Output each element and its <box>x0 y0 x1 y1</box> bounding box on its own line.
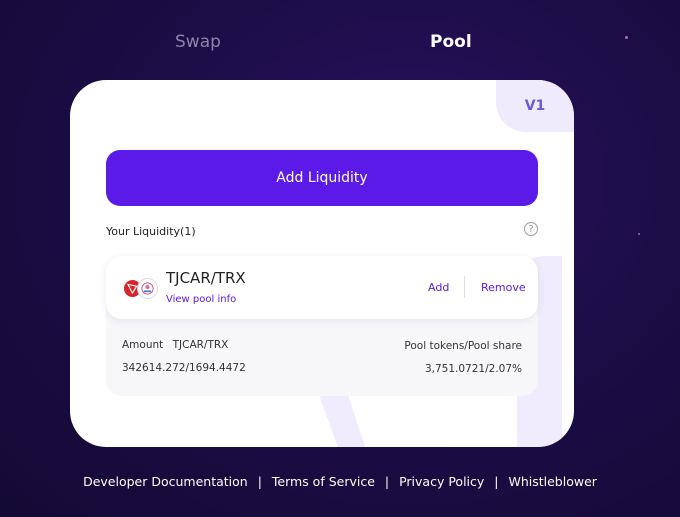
pool-card: V1 Add Liquidity Your Liquidity(1) ? TJC… <box>70 80 574 447</box>
position-header: TJCAR/TRX View pool info Add Remove <box>106 256 538 319</box>
background-star <box>638 233 640 235</box>
developer-documentation-link[interactable]: Developer Documentation <box>83 474 248 489</box>
tjcar-token-icon <box>137 278 158 299</box>
remove-button[interactable]: Remove <box>481 281 526 294</box>
amount-pair: TJCAR/TRX <box>172 339 229 351</box>
whistleblower-link[interactable]: Whistleblower <box>508 474 596 489</box>
add-button[interactable]: Add <box>428 281 449 294</box>
footer-separator: | <box>494 474 499 489</box>
tab-pool[interactable]: Pool <box>430 32 472 52</box>
footer-separator: | <box>384 474 390 489</box>
version-badge[interactable]: V1 <box>496 80 574 132</box>
terms-of-service-link[interactable]: Terms of Service <box>272 474 375 489</box>
privacy-policy-link[interactable]: Privacy Policy <box>399 474 484 489</box>
divider <box>464 276 465 298</box>
amount-label-text: Amount <box>122 339 164 351</box>
help-icon[interactable]: ? <box>524 222 538 236</box>
footer-links: Developer Documentation | Terms of Servi… <box>0 474 680 489</box>
card-decoration <box>318 392 366 447</box>
pool-share-value: 3,751.0721/2.07% <box>424 363 522 375</box>
amount-label: Amount TJCAR/TRX <box>122 339 228 351</box>
top-tabs: Swap Pool <box>0 32 680 56</box>
pool-share-label: Pool tokens/Pool share <box>404 340 522 352</box>
amount-value: 342614.272/1694.4472 <box>122 362 246 374</box>
pair-name: TJCAR/TRX <box>166 269 246 287</box>
view-pool-info-link[interactable]: View pool info <box>166 294 236 305</box>
footer-separator: | <box>257 474 262 489</box>
add-liquidity-button[interactable]: Add Liquidity <box>106 150 538 206</box>
tab-swap[interactable]: Swap <box>175 32 221 52</box>
liquidity-position: TJCAR/TRX View pool info Add Remove Amou… <box>106 256 538 396</box>
your-liquidity-label: Your Liquidity(1) <box>106 225 196 238</box>
